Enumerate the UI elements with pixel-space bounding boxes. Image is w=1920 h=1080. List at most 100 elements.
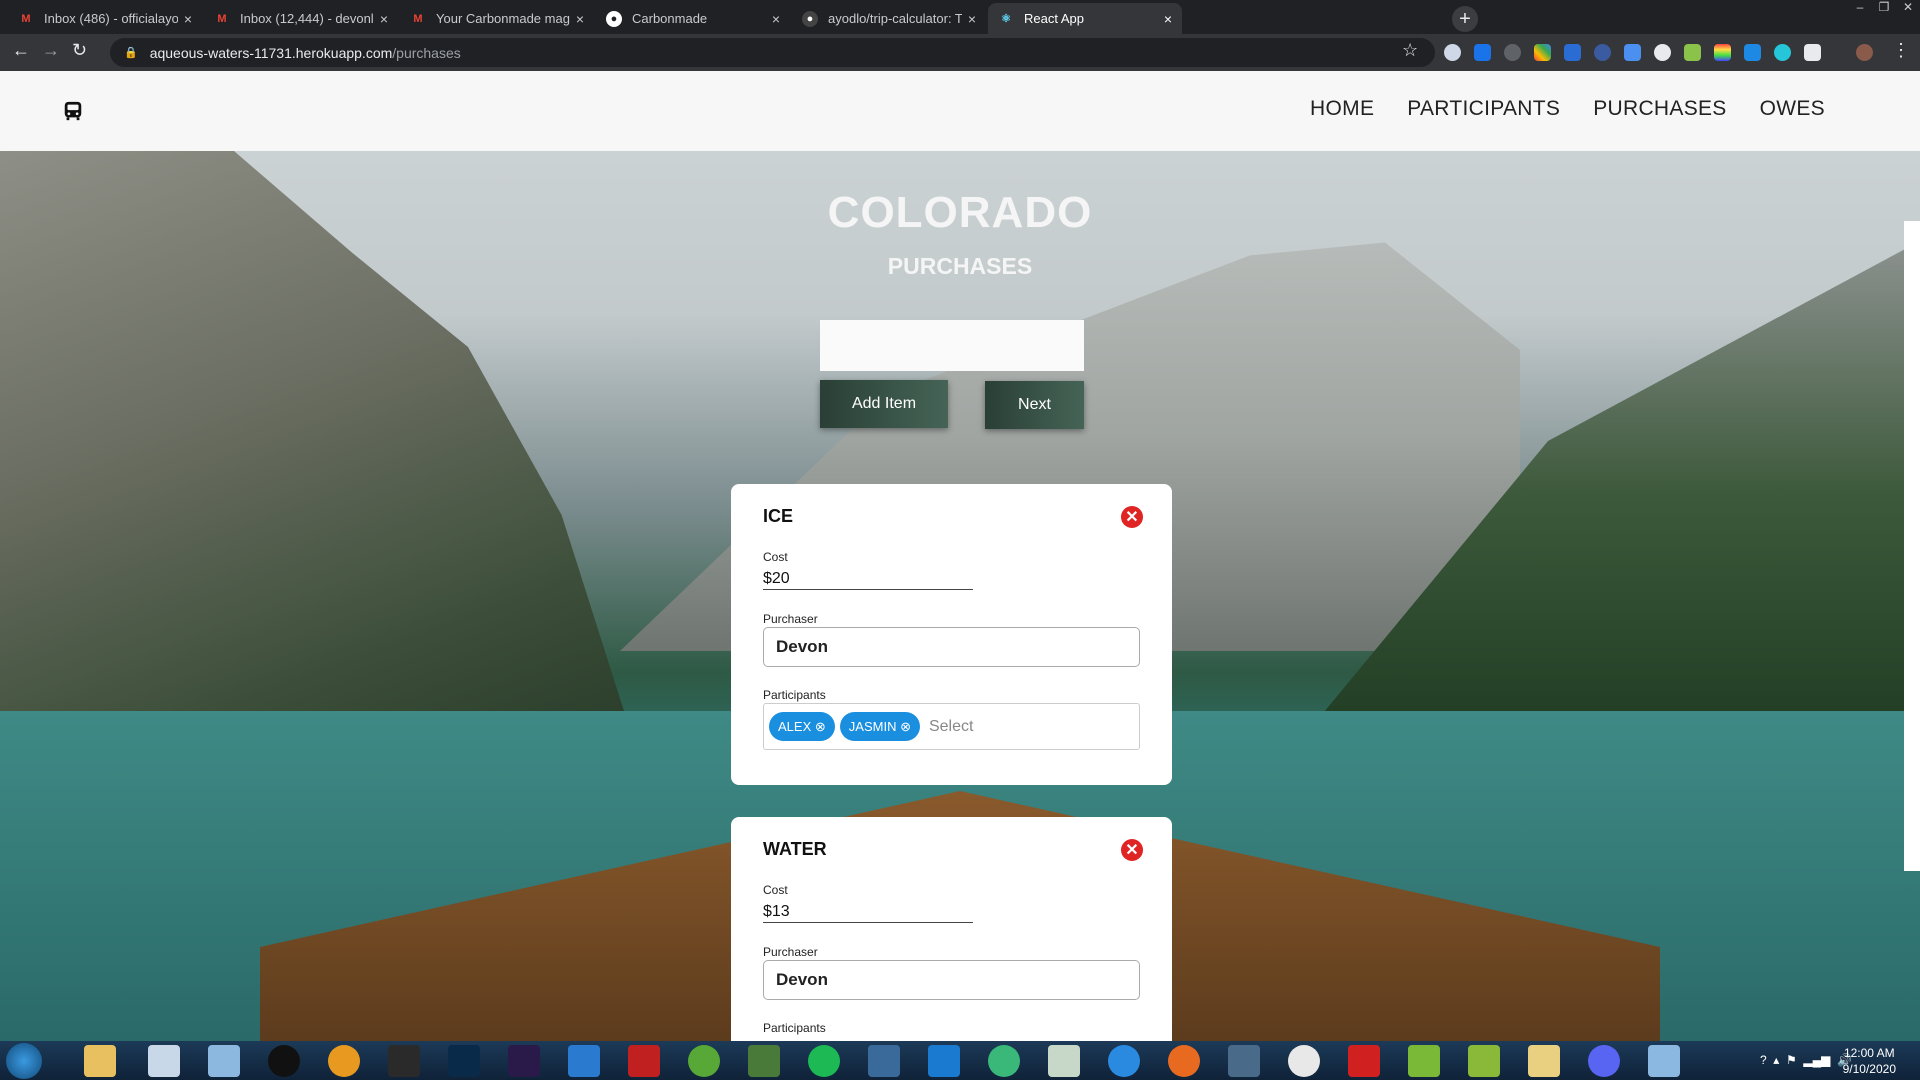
app-icon[interactable] [748,1045,780,1077]
extension-icon[interactable] [1624,44,1641,61]
spotify-icon[interactable] [808,1045,840,1077]
tab-gmail-magic-link[interactable]: M Your Carbonmade magic link - S × [400,3,594,34]
bus-icon[interactable] [62,100,84,122]
nav-link-owes[interactable]: OWES [1760,97,1825,121]
participant-chip[interactable]: ALEX ⊗ [769,712,835,741]
close-tab-icon[interactable]: × [184,11,192,27]
add-item-button[interactable]: Add Item [820,380,948,428]
extension-icon[interactable] [1504,44,1521,61]
folder-icon[interactable] [1528,1045,1560,1077]
close-tab-icon[interactable]: × [772,11,780,27]
after-effects-icon[interactable] [508,1045,540,1077]
file-explorer-icon[interactable] [84,1045,116,1077]
atom-icon[interactable] [988,1045,1020,1077]
minimize-icon[interactable]: – [1848,0,1872,18]
nav-link-home[interactable]: HOME [1310,97,1374,121]
profile-avatar[interactable] [1856,44,1873,61]
tab-gmail-inbox-1[interactable]: M Inbox (486) - officialayodlo@gm × [8,3,202,34]
tab-gmail-inbox-2[interactable]: M Inbox (12,444) - devonlewis808@ × [204,3,398,34]
close-tab-icon[interactable]: × [968,11,976,27]
next-button[interactable]: Next [985,381,1084,429]
purchaser-select[interactable]: Devon [763,960,1140,1000]
close-tab-icon[interactable]: × [576,11,584,27]
purchaser-label: Purchaser [763,612,818,626]
reload-icon[interactable]: ↻ [72,40,87,61]
chrome-icon[interactable] [1288,1045,1320,1077]
participant-chip[interactable]: JASMIN ⊗ [839,712,920,741]
extension-icon[interactable] [1474,44,1491,61]
page-scrollbar[interactable] [1904,221,1920,871]
filezilla-icon[interactable] [628,1045,660,1077]
postgres-icon[interactable] [868,1045,900,1077]
restore-icon[interactable]: ❐ [1872,0,1896,18]
new-tab-button[interactable]: + [1452,6,1478,32]
tab-github[interactable]: ● ayodlo/trip-calculator: This app h × [792,3,986,34]
photoshop-icon[interactable] [448,1045,480,1077]
react-icon: ⚛ [1001,13,1011,25]
system-clock[interactable]: 12:00 AM 9/10/2020 [1843,1045,1896,1077]
internet-explorer-icon[interactable] [1108,1045,1140,1077]
extensions-puzzle-icon[interactable] [1804,44,1821,61]
start-button[interactable] [6,1043,42,1079]
utorrent-icon[interactable] [688,1045,720,1077]
extension-icon[interactable] [1594,44,1611,61]
url-path: /purchases [392,44,461,61]
url-host: aqueous-waters-11731.herokuapp.com [149,44,393,61]
kebab-menu-icon[interactable]: ⋮ [1892,40,1910,61]
cost-input[interactable]: $20 [763,564,973,590]
item-name-input[interactable] [820,320,1084,371]
sublime-icon[interactable] [388,1045,420,1077]
close-tab-icon[interactable]: × [1164,11,1172,27]
forward-icon[interactable]: → [42,40,60,61]
extension-icon[interactable] [1444,44,1461,61]
lock-icon: 🔒 [124,47,138,59]
nav-link-purchases[interactable]: PURCHASES [1593,97,1726,121]
firefox-icon[interactable] [1168,1045,1200,1077]
gmail-icon: M [413,12,423,25]
participants-label: Participants [763,1021,826,1035]
close-tab-icon[interactable]: × [380,11,388,27]
delete-purchase-icon[interactable]: ✕ [1121,506,1143,528]
window-close-icon[interactable]: ✕ [1896,0,1920,18]
delete-purchase-icon[interactable]: ✕ [1121,839,1143,861]
purchaser-label: Purchaser [763,945,818,959]
browser-tab-strip: M Inbox (486) - officialayodlo@gm × M In… [0,0,1920,34]
extension-icon[interactable] [1534,44,1551,61]
participants-label: Participants [763,688,826,702]
vscode-icon[interactable] [928,1045,960,1077]
system-tray[interactable]: ? ▴ ⚑ ▂▄▆ 🔊 [1760,1053,1852,1067]
carbonmade-icon: ● [606,10,622,27]
app-icon[interactable] [1408,1045,1440,1077]
extension-icon[interactable] [1714,44,1731,61]
extension-icon[interactable] [1564,44,1581,61]
app-icon[interactable] [1048,1045,1080,1077]
back-icon[interactable]: ← [12,40,30,61]
extension-icon[interactable] [1654,44,1671,61]
calculator-icon[interactable] [148,1045,180,1077]
bookmark-star-icon[interactable]: ☆ [1402,40,1418,61]
purchaser-select[interactable]: Devon [763,627,1140,667]
extension-icon[interactable] [1744,44,1761,61]
extension-icon[interactable] [1774,44,1791,61]
participants-multiselect[interactable]: ALEX ⊗ JASMIN ⊗ Select [763,703,1140,750]
remove-chip-icon[interactable]: ⊗ [900,719,911,735]
cost-input[interactable]: $13 [763,897,973,923]
app-icon[interactable] [1228,1045,1260,1077]
app-icon[interactable] [268,1045,300,1077]
app-icon[interactable] [568,1045,600,1077]
extension-icon[interactable] [1684,44,1701,61]
tab-carbonmade[interactable]: ● Carbonmade × [596,3,790,34]
discord-icon[interactable] [1588,1045,1620,1077]
app-icon[interactable] [1468,1045,1500,1077]
youtube-mp3-icon[interactable] [1348,1045,1380,1077]
url-bar[interactable]: 🔒 aqueous-waters-11731.herokuapp.com/pur… [110,38,1435,67]
github-icon: ● [802,10,818,27]
purchase-card-ice: ICE ✕ Cost $20 Purchaser Devon Participa… [731,484,1172,785]
tab-react-app[interactable]: ⚛ React App × [988,3,1182,34]
notes-icon[interactable] [208,1045,240,1077]
remove-chip-icon[interactable]: ⊗ [815,719,826,735]
nav-link-participants[interactable]: PARTICIPANTS [1407,97,1560,121]
app-icon[interactable] [328,1045,360,1077]
app-icon[interactable] [1648,1045,1680,1077]
web-page: HOME PARTICIPANTS PURCHASES OWES COLORAD… [0,71,1920,1041]
